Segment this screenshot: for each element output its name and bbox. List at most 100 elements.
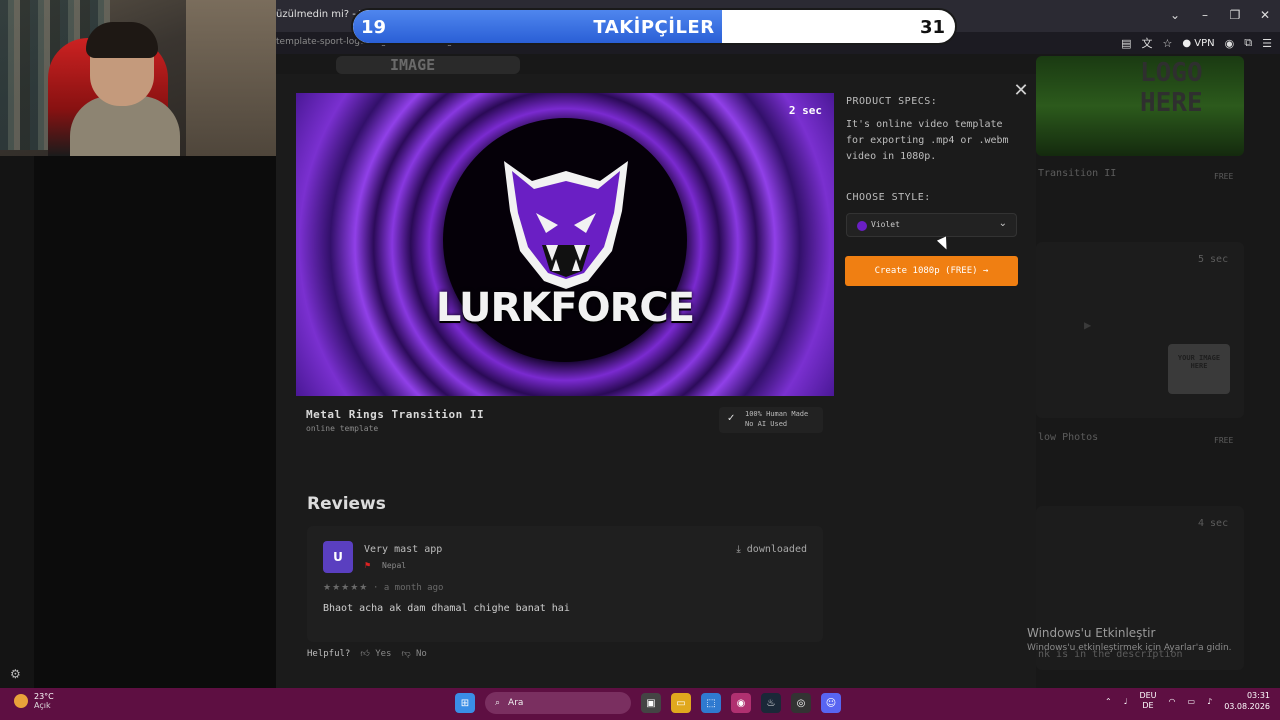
window-controls: ⌄ – ❐ ✕ bbox=[1160, 0, 1280, 32]
extensions-icon[interactable]: ⧉ bbox=[1244, 36, 1252, 50]
close-icon[interactable]: ✕ bbox=[1012, 82, 1030, 100]
bg-duration: 5 sec bbox=[1198, 254, 1229, 265]
bg-image-label: IMAGE bbox=[390, 56, 436, 74]
helpful-label: Helpful? bbox=[307, 649, 351, 659]
followers-goal-bar: 19 TAKİPÇİLER 31 bbox=[351, 8, 957, 45]
search-placeholder: Ara bbox=[508, 698, 524, 708]
vpn-label: VPN bbox=[1194, 37, 1215, 49]
sun-icon bbox=[14, 694, 28, 708]
downloaded-status: ⤓ downloaded bbox=[736, 544, 807, 555]
firefox-icon[interactable]: ◉ bbox=[731, 693, 751, 713]
translate-icon[interactable]: 文 bbox=[1142, 35, 1153, 51]
temperature: 23°C bbox=[34, 692, 54, 701]
language-2: DE bbox=[1142, 701, 1154, 710]
template-subtitle: online template bbox=[306, 424, 379, 433]
helpful-yes-button[interactable]: 👍︎ Yes bbox=[360, 649, 391, 659]
microphone-icon[interactable]: ♩ bbox=[1124, 697, 1128, 706]
battery-icon[interactable]: ▭ bbox=[1188, 697, 1196, 706]
system-tray: ⌃ ♩ DEU DE ◠ ▭ ♪ 03:31 03.08.2026 bbox=[1105, 690, 1270, 712]
flag-icon: ⚑ bbox=[364, 561, 372, 570]
language-1: DEU bbox=[1139, 691, 1157, 700]
template-title: Metal Rings Transition II bbox=[306, 408, 485, 421]
review-body: Bhaot acha ak dam dhamal chighe banat ha… bbox=[323, 603, 570, 614]
create-button[interactable]: Create 1080p (FREE) → bbox=[845, 256, 1018, 286]
human-made-line1: 100% Human Made bbox=[745, 410, 809, 418]
rating-stars: ★★★★★ bbox=[323, 583, 369, 593]
review-card: U Very mast app ⚑ Nepal ⤓ downloaded ★★★… bbox=[307, 526, 823, 642]
check-icon: ✓ bbox=[727, 413, 736, 424]
task-view-icon[interactable]: ▣ bbox=[641, 693, 661, 713]
bg-play-icon: ▶ bbox=[1084, 318, 1092, 332]
thumbs-up-icon: 👍︎ bbox=[360, 649, 370, 659]
taskbar-center: ⊞ ⌕ Ara ▣ ▭ ⬚ ◉ ♨ ◎ ☺ bbox=[455, 692, 841, 714]
avatar: U bbox=[323, 541, 353, 573]
human-made-badge: ✓ 100% Human Made No AI Used bbox=[719, 407, 823, 433]
followers-label: TAKİPÇİLER bbox=[593, 17, 715, 38]
bg-tile-image: IMAGE bbox=[336, 56, 520, 74]
bg-tile-logo: LOGO HERE bbox=[1036, 56, 1244, 156]
discord-icon[interactable]: ☺ bbox=[821, 693, 841, 713]
minimize-icon[interactable]: – bbox=[1190, 0, 1220, 30]
thumbs-down-icon: 👎︎ bbox=[401, 649, 411, 659]
chrome-icon[interactable]: ◎ bbox=[791, 693, 811, 713]
duration-label: 2 sec bbox=[788, 104, 822, 117]
clock-time: 03:31 bbox=[1246, 691, 1270, 700]
windows-activate-title: Windows'u Etkinleştir bbox=[1027, 626, 1156, 640]
product-specs-text: It's online video template for exporting… bbox=[846, 119, 1009, 162]
left-dark-panel bbox=[34, 156, 276, 688]
style-color-swatch bbox=[857, 221, 867, 231]
account-icon[interactable]: ◉ bbox=[1225, 37, 1235, 50]
maximize-icon[interactable]: ❐ bbox=[1220, 0, 1250, 30]
bookmark-star-icon[interactable]: ☆ bbox=[1163, 37, 1173, 50]
close-window-icon[interactable]: ✕ bbox=[1250, 0, 1280, 30]
language-indicator[interactable]: DEU DE bbox=[1139, 691, 1156, 711]
bg-photos-label: low Photos bbox=[1038, 432, 1099, 443]
product-specs-label: PRODUCT SPECS: bbox=[846, 96, 938, 107]
style-select[interactable]: Violet ⌄ bbox=[846, 213, 1017, 237]
store-icon[interactable]: ⬚ bbox=[701, 693, 721, 713]
bg-duration-2: 4 sec bbox=[1198, 518, 1229, 529]
steam-icon[interactable]: ♨ bbox=[761, 693, 781, 713]
weather-widget[interactable]: 23°C Açık bbox=[14, 692, 54, 710]
file-explorer-icon[interactable]: ▭ bbox=[671, 693, 691, 713]
webcam-wall bbox=[186, 0, 276, 156]
bg-your-image-label: YOUR IMAGE HERE bbox=[1177, 354, 1221, 370]
weather-condition: Açık bbox=[34, 701, 51, 710]
windows-start-icon[interactable]: ⊞ bbox=[455, 693, 475, 713]
style-select-value: Violet bbox=[871, 220, 900, 229]
chevron-down-icon[interactable]: ⌄ bbox=[1160, 0, 1190, 30]
reader-view-icon[interactable]: ▤ bbox=[1121, 37, 1131, 50]
bg-your-image-box: YOUR IMAGE HERE bbox=[1168, 344, 1230, 394]
reviewer-country: Nepal bbox=[382, 561, 407, 570]
search-icon: ⌕ bbox=[495, 698, 501, 708]
bg-free-badge: FREE bbox=[1214, 172, 1234, 181]
chevron-down-icon: ⌄ bbox=[998, 218, 1007, 229]
reviewer-name: Very mast app bbox=[364, 544, 443, 555]
webcam-person-hair bbox=[86, 22, 158, 58]
clock-date: 03.08.2026 bbox=[1224, 702, 1270, 711]
downloaded-label: downloaded bbox=[746, 544, 807, 555]
menu-icon[interactable]: ☰ bbox=[1262, 37, 1272, 50]
yes-label: Yes bbox=[375, 649, 392, 659]
bg-logo-label: LOGO HERE bbox=[1140, 58, 1203, 118]
download-icon: ⤓ bbox=[736, 544, 741, 555]
preview-brand-text: LURKFORCE bbox=[435, 285, 695, 331]
chevron-up-icon[interactable]: ⌃ bbox=[1105, 697, 1112, 706]
video-preview[interactable]: LURKFORCE 2 sec bbox=[296, 93, 834, 396]
gear-icon[interactable]: ⚙ bbox=[10, 667, 21, 681]
windows-activate-subtitle: Windows'u etkinleştirmek için Ayarlar'a … bbox=[1027, 643, 1232, 653]
review-date: · a month ago bbox=[373, 583, 444, 593]
human-made-line2: No AI Used bbox=[745, 420, 788, 428]
address-bar-icons: ▤ 文 ☆ ● VPN ◉ ⧉ ☰ bbox=[1121, 35, 1272, 51]
webcam-feed bbox=[0, 0, 276, 156]
clock[interactable]: 03:31 03.08.2026 bbox=[1224, 690, 1270, 712]
bg-free-badge-2: FREE bbox=[1214, 436, 1234, 445]
helpful-row: Helpful? 👍︎ Yes 👎︎ No bbox=[307, 649, 427, 659]
wifi-icon[interactable]: ◠ bbox=[1169, 697, 1176, 706]
taskbar-search[interactable]: ⌕ Ara bbox=[485, 692, 631, 714]
followers-goal: 31 bbox=[919, 17, 945, 38]
helpful-no-button[interactable]: 👎︎ No bbox=[401, 649, 426, 659]
volume-icon[interactable]: ♪ bbox=[1207, 697, 1212, 706]
bg-transition-label: Transition II bbox=[1038, 168, 1117, 179]
vpn-badge[interactable]: ● VPN bbox=[1182, 38, 1214, 49]
